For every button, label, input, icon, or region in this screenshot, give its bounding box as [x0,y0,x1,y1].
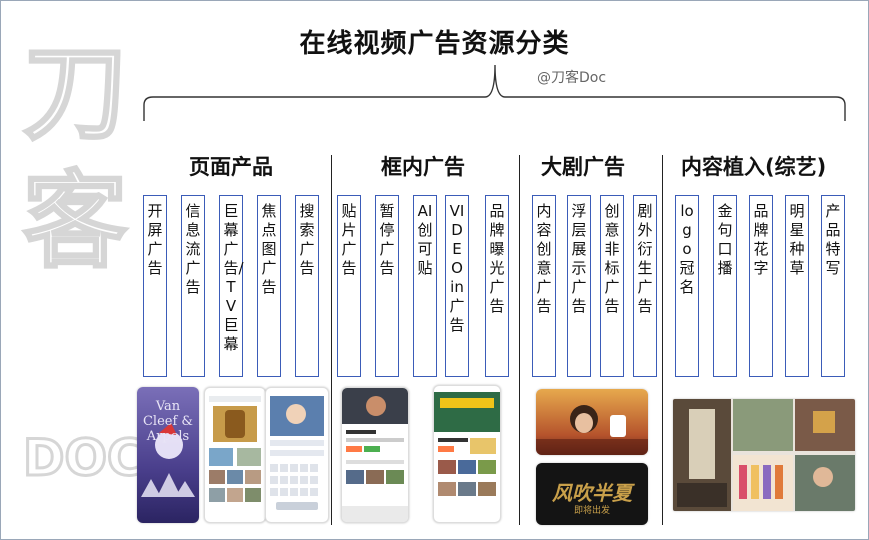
ad-type-box: 搜索广告 [295,195,319,377]
search-ad-thumbnail [265,387,329,523]
grouping-brace [143,64,846,121]
ad-type-box: 信息流广告 [181,195,205,377]
ad-type-label: 品牌曝光广告 [489,202,505,315]
ad-type-box: VIDEOin广告 [445,195,469,377]
ad-type-label: logo冠名 [679,202,695,296]
category-divider [662,155,663,525]
ad-type-label: 创意非标广告 [604,202,620,315]
category-divider [331,155,332,525]
ad-type-label: 浮层展示广告 [571,202,587,315]
ad-type-label: 内容创意广告 [536,202,552,315]
category-title-drama-ads: 大剧广告 [541,155,625,179]
content-placement-thumbnail [673,399,855,511]
drama-creative-ad-thumbnail [536,389,648,455]
ad-type-label: 开屏广告 [147,202,163,277]
category-title-frame-ads: 框内广告 [381,155,465,179]
watermark-doc: DOC [22,429,146,487]
ad-type-box: 暂停广告 [375,195,399,377]
splash-ad-thumbnail: Van Cleef & Arpels [137,387,199,523]
watermark-char-2: 客 [21,160,128,282]
drama-creative-ad-image [536,405,648,455]
ad-type-label: 品牌花字 [753,202,769,277]
pause-ad-thumbnail [341,387,409,523]
splash-ad-brand: Van Cleef & Arpels [142,399,193,444]
ad-type-box: 明星种草 [785,195,809,377]
search-ad-screen [270,396,324,510]
ad-type-box: 焦点图广告 [257,195,281,377]
feed-ad-thumbnail [204,387,266,523]
ad-type-label: VIDEOin广告 [449,202,465,334]
video-in-ad-screen [434,392,500,496]
content-placement-collage [673,399,855,511]
video-in-ad-thumbnail [433,385,501,523]
ad-type-label: 信息流广告 [185,202,201,296]
ad-type-label: 剧外衍生广告 [637,202,653,315]
ad-type-box: 品牌花字 [749,195,773,377]
drama-title-subtitle: 即将出发 [573,506,610,516]
ad-type-box: 金句口播 [713,195,737,377]
category-divider [519,155,520,525]
ad-type-label: 搜索广告 [299,202,315,277]
ad-type-label: AI创可贴 [417,202,433,277]
feed-ad-screen [209,396,261,502]
category-title-page-products: 页面产品 [189,155,273,179]
ad-type-label: 贴片广告 [341,202,357,277]
ad-type-box: logo冠名 [675,195,699,377]
drama-title-ad-thumbnail: 风吹半夏 即将出发 [536,463,648,525]
ad-type-label: 焦点图广告 [261,202,277,296]
ad-type-label: 金句口播 [717,202,733,277]
ad-type-box: 产品特写 [821,195,845,377]
ad-type-box: 品牌曝光广告 [485,195,509,377]
ad-type-label: 明星种草 [789,202,805,277]
ad-type-box: 创意非标广告 [600,195,624,377]
ad-type-box: 贴片广告 [337,195,361,377]
pause-ad-screen [342,388,408,522]
drama-title-logo: 风吹半夏 [552,481,632,505]
ad-type-box: 剧外衍生广告 [633,195,657,377]
ad-type-box: 内容创意广告 [532,195,556,377]
ad-type-box: 巨幕广告/TV巨幕 [219,195,244,377]
diagram-canvas: 刀 客 DOC 在线视频广告资源分类 @刀客Doc 页面产品 框内广告 大剧广告… [0,0,869,540]
ad-type-box: 浮层展示广告 [567,195,591,377]
ad-type-label: 产品特写 [825,202,841,277]
ad-type-box: 开屏广告 [143,195,167,377]
ad-type-box: AI创可贴 [413,195,437,377]
category-title-content-placement: 内容植入(综艺) [681,155,827,179]
ad-type-label: 巨幕广告/TV巨幕 [223,202,244,353]
ad-type-label: 暂停广告 [379,202,395,277]
